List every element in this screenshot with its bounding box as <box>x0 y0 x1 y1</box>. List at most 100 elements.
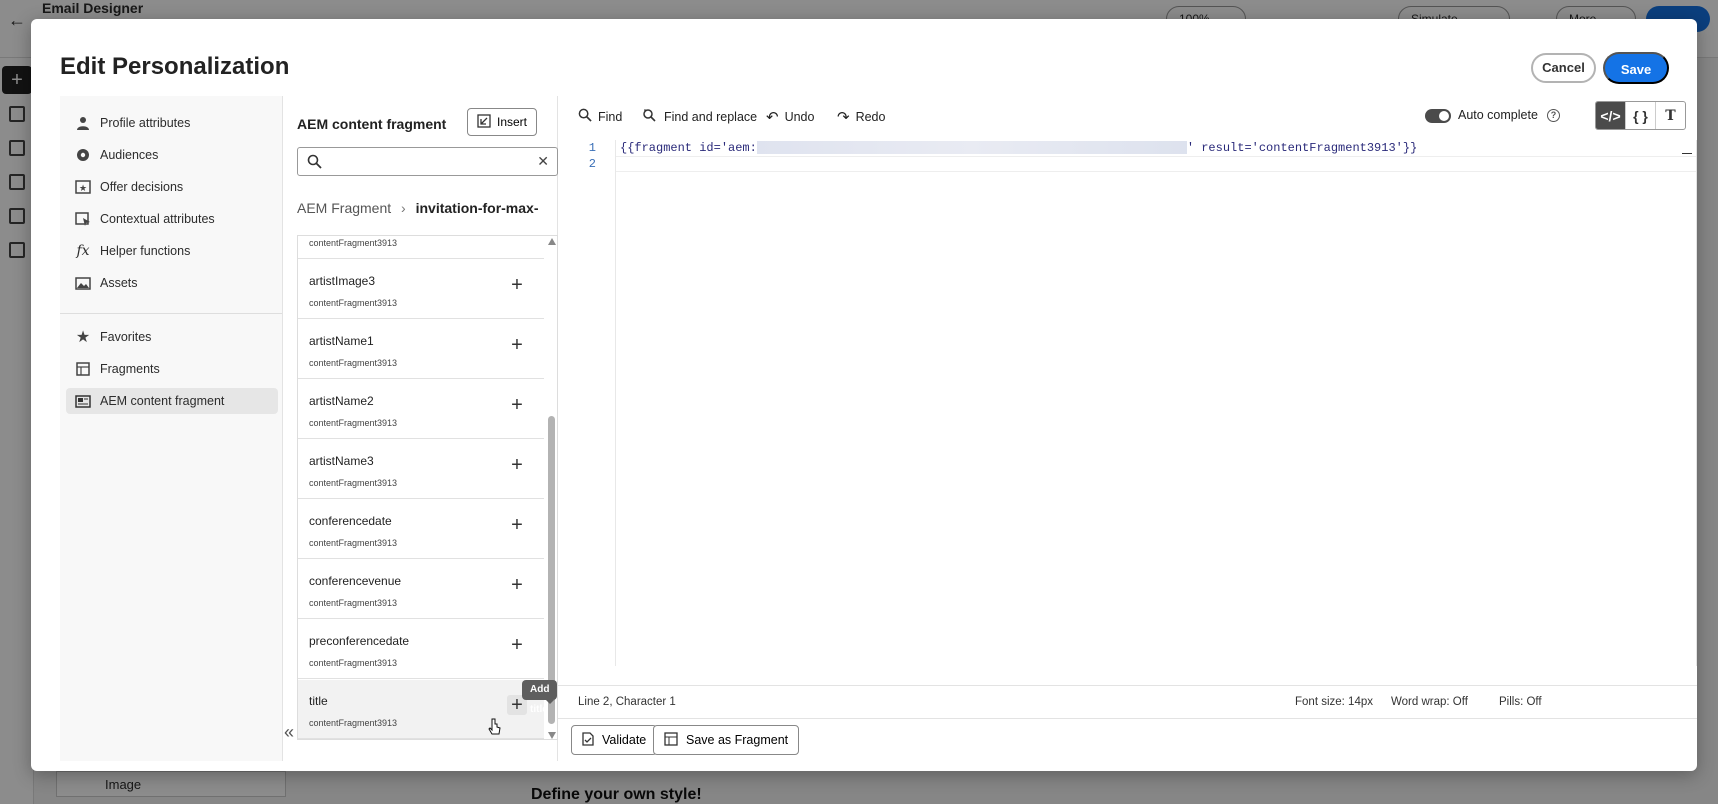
code-line: {{fragment id='aem: ' result='contentFrag… <box>616 140 1696 156</box>
code-editor[interactable]: 1 2 {{fragment id='aem: ' result='content… <box>558 140 1697 666</box>
list-item[interactable]: conferencedate contentFragment3913 + <box>298 500 544 559</box>
code-prefix: {{fragment id='aem: <box>620 141 757 155</box>
nav-aem-content-fragment[interactable]: AEM content fragment <box>66 388 278 414</box>
field-source: contentFragment3913 <box>309 478 398 488</box>
nav-label: Profile attributes <box>100 116 191 130</box>
dialog-title: Edit Personalization <box>60 53 290 80</box>
find-replace-label: Find and replace <box>664 109 758 124</box>
word-wrap-status[interactable]: Word wrap: Off <box>1391 696 1468 708</box>
field-name: artistImage3 <box>309 274 376 288</box>
list-scrollbar[interactable] <box>544 236 557 739</box>
editor-status-bar: Line 2, Character 1 Font size: 14px Word… <box>558 685 1697 718</box>
field-name: artistName3 <box>309 454 374 468</box>
field-name: preconferencedate <box>309 634 410 648</box>
code-view-icon[interactable]: </> <box>1596 102 1626 129</box>
nav-label: Helper functions <box>100 244 191 258</box>
add-field-icon[interactable]: + <box>507 455 527 475</box>
add-field-icon[interactable]: + <box>507 335 527 355</box>
list-item[interactable]: conferencevenue contentFragment3913 + <box>298 560 544 619</box>
breadcrumb-root[interactable]: AEM Fragment <box>297 200 391 216</box>
nav-favorites[interactable]: ★ Favorites <box>66 324 278 350</box>
redacted-id <box>756 141 1187 155</box>
field-source: contentFragment3913 <box>309 238 398 248</box>
find-button[interactable]: Find <box>578 108 622 125</box>
nav-profile-attributes[interactable]: Profile attributes <box>66 110 278 136</box>
person-icon <box>74 114 92 132</box>
nav-audiences[interactable]: Audiences <box>66 142 278 168</box>
undo-label: Undo <box>784 110 815 124</box>
font-size-status[interactable]: Font size: 14px <box>1295 696 1373 708</box>
add-title-tooltip: Add title <box>522 680 558 715</box>
list-item[interactable]: artistImage3 contentFragment3913 + <box>298 260 544 319</box>
list-item[interactable]: artistName3 contentFragment3913 + <box>298 440 544 499</box>
save-button[interactable]: Save <box>1603 52 1669 84</box>
list-item[interactable]: preconferencedate contentFragment3913 + <box>298 620 544 679</box>
breadcrumb-separator-icon: › <box>401 200 406 216</box>
scroll-thumb[interactable] <box>548 416 555 724</box>
list-item[interactable]: contentFragment3913 + <box>298 236 544 259</box>
overview-ruler-mark <box>1682 153 1692 154</box>
list-item[interactable]: title contentFragment3913 + <box>298 680 544 739</box>
editor-footer: Validate Save as Fragment <box>558 718 1697 761</box>
nav-label: AEM content fragment <box>100 394 225 408</box>
autocomplete-toggle[interactable] <box>1425 109 1451 123</box>
redo-icon: ↷ <box>837 109 850 126</box>
field-name: artistName1 <box>309 334 374 348</box>
undo-button[interactable]: ↶ Undo <box>766 108 814 126</box>
field-source: contentFragment3913 <box>309 298 398 308</box>
nav-offer-decisions[interactable]: ★ Offer decisions <box>66 174 278 200</box>
nav-label: Fragments <box>100 362 160 376</box>
code-line-current <box>616 156 1696 172</box>
code-area[interactable]: {{fragment id='aem: ' result='contentFrag… <box>615 140 1696 666</box>
nav-assets[interactable]: Assets <box>66 270 278 296</box>
insert-button[interactable]: Insert <box>467 108 537 136</box>
nav-contextual-attributes[interactable]: Contextual attributes <box>66 206 278 232</box>
list-item[interactable]: artistName2 contentFragment3913 + <box>298 380 544 439</box>
add-field-icon[interactable]: + <box>507 575 527 595</box>
star-icon: ★ <box>75 329 91 346</box>
line-number-gutter: 1 2 <box>558 140 614 666</box>
autocomplete-label: Auto complete <box>1458 108 1538 122</box>
find-replace-button[interactable]: Find and replace <box>642 108 757 125</box>
add-field-icon[interactable]: + <box>507 395 527 415</box>
help-icon[interactable]: ? <box>1547 109 1560 122</box>
scroll-up-icon[interactable] <box>548 238 556 245</box>
field-name: conferencedate <box>309 514 392 528</box>
search-icon <box>307 154 322 172</box>
json-view-icon[interactable]: { } <box>1626 102 1656 129</box>
insert-icon <box>477 113 491 131</box>
cancel-button[interactable]: Cancel <box>1531 53 1596 83</box>
nav-label: Offer decisions <box>100 180 184 194</box>
field-name: conferencevenue <box>309 574 402 588</box>
insert-label: Insert <box>496 115 527 129</box>
cursor-position: Line 2, Character 1 <box>578 696 676 708</box>
add-field-icon[interactable]: + <box>507 275 527 295</box>
find-label: Find <box>598 109 623 124</box>
redo-label: Redo <box>855 110 886 124</box>
clear-search-icon[interactable]: ✕ <box>537 153 549 170</box>
validate-button[interactable]: Validate <box>571 725 658 755</box>
add-field-icon[interactable]: + <box>507 515 527 535</box>
nav-label: Contextual attributes <box>100 212 215 226</box>
fragment-panel: AEM content fragment Insert ✕ AEM Fragme… <box>282 96 558 761</box>
nav-label: Assets <box>100 276 138 290</box>
add-field-icon[interactable]: + <box>507 635 527 655</box>
redo-button[interactable]: ↷ Redo <box>837 108 885 126</box>
field-name: artistName2 <box>309 394 374 408</box>
pills-status[interactable]: Pills: Off <box>1499 696 1542 708</box>
context-icon <box>74 210 92 228</box>
save-fragment-label: Save as Fragment <box>686 733 789 747</box>
editor-toolbar: Find Find and replace ↶ Undo ↷ Redo Auto… <box>558 96 1697 136</box>
search-input[interactable]: ✕ <box>297 147 558 176</box>
panel-title: AEM content fragment <box>297 116 447 132</box>
fragment-icon <box>74 360 92 378</box>
scroll-down-icon[interactable] <box>548 732 556 739</box>
list-item[interactable]: artistName1 contentFragment3913 + <box>298 320 544 379</box>
text-view-icon[interactable]: T <box>1656 102 1685 129</box>
field-name: title <box>309 694 328 708</box>
function-icon: fx <box>76 243 90 259</box>
nav-fragments[interactable]: Fragments <box>66 356 278 382</box>
save-as-fragment-button[interactable]: Save as Fragment <box>653 725 800 755</box>
line-number: 1 <box>588 141 596 155</box>
nav-helper-functions[interactable]: fx Helper functions <box>66 238 278 264</box>
